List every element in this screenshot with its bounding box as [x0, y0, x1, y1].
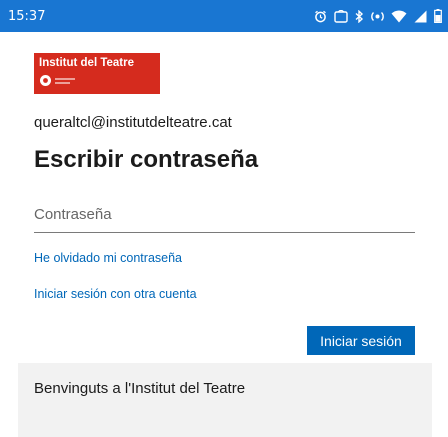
signal-icon [371, 10, 384, 23]
status-bar: 15:37 [0, 0, 448, 32]
account-email: queraltcl@institutdelteatre.cat [34, 114, 232, 131]
other-account-link[interactable]: Iniciar sesión con otra cuenta [34, 287, 197, 301]
alarm-icon [314, 10, 327, 23]
screen-record-icon [334, 9, 348, 23]
cellular-icon [414, 10, 427, 23]
forgot-password-link[interactable]: He olvidado mi contraseña [34, 251, 182, 265]
sign-in-button[interactable]: Iniciar sesión [307, 326, 415, 355]
logo-name: Institut del Teatre [39, 57, 134, 69]
status-icons [314, 9, 442, 23]
logo-lines [55, 77, 75, 84]
status-time: 15:37 [8, 8, 46, 24]
battery-icon [434, 9, 442, 23]
password-field [34, 196, 415, 233]
logo-emblem-icon [39, 74, 155, 87]
page-title: Escribir contraseña [34, 146, 259, 173]
wifi-icon [391, 10, 407, 23]
welcome-panel: Benvinguts a l'Institut del Teatre [18, 363, 432, 437]
institution-logo: Institut del Teatre [34, 53, 160, 94]
password-input[interactable] [34, 196, 415, 232]
bluetooth-icon [355, 9, 364, 23]
welcome-text: Benvinguts a l'Institut del Teatre [34, 380, 246, 397]
